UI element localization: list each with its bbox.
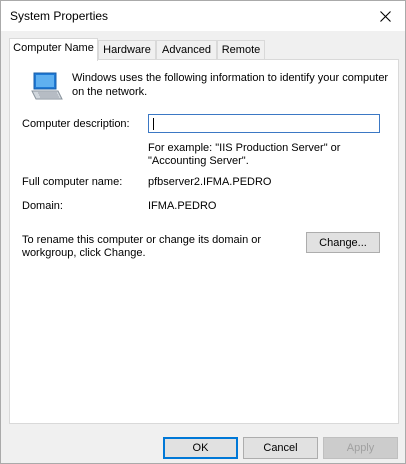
rename-line-2: workgroup, click Change.	[22, 247, 146, 259]
change-button[interactable]: Change...	[306, 232, 380, 253]
system-properties-dialog: System Properties Computer Name Hardware…	[0, 0, 406, 464]
tab-computer-name[interactable]: Computer Name	[9, 38, 98, 61]
apply-button-label: Apply	[346, 442, 375, 454]
close-button[interactable]	[365, 1, 405, 31]
ok-button-label: OK	[192, 442, 209, 454]
computer-description-label: Computer description:	[22, 118, 130, 130]
tab-remote[interactable]: Remote	[217, 40, 265, 60]
tab-advanced[interactable]: Advanced	[156, 40, 217, 60]
intro-line-1: Windows uses the following information t…	[72, 72, 389, 84]
example-line-2: "Accounting Server".	[148, 155, 249, 167]
cancel-button[interactable]: Cancel	[243, 437, 318, 459]
intro-line-2: on the network.	[72, 86, 148, 98]
tab-label: Advanced	[162, 44, 211, 56]
change-button-label: Change...	[319, 236, 367, 249]
tab-label: Hardware	[103, 44, 151, 56]
full-computer-name-label: Full computer name:	[22, 176, 123, 188]
computer-description-input[interactable]	[148, 114, 380, 133]
domain-value: IFMA.PEDRO	[148, 200, 217, 212]
computer-icon	[31, 72, 63, 100]
example-line-1: For example: "IIS Production Server" or	[148, 142, 341, 154]
title-bar: System Properties	[1, 1, 405, 31]
tab-label: Remote	[221, 44, 261, 56]
close-icon	[379, 10, 391, 22]
tab-label: Computer Name	[13, 42, 94, 54]
text-caret	[153, 118, 154, 130]
cancel-button-label: Cancel	[263, 442, 298, 454]
apply-button[interactable]: Apply	[323, 437, 398, 459]
full-computer-name-value: pfbserver2.IFMA.PEDRO	[148, 176, 272, 188]
window-title: System Properties	[10, 9, 109, 23]
ok-button[interactable]: OK	[163, 437, 238, 459]
domain-label: Domain:	[22, 200, 63, 212]
computer-name-panel: Windows uses the following information t…	[9, 59, 399, 424]
rename-line-1: To rename this computer or change its do…	[22, 234, 262, 246]
tab-hardware[interactable]: Hardware	[98, 40, 156, 60]
